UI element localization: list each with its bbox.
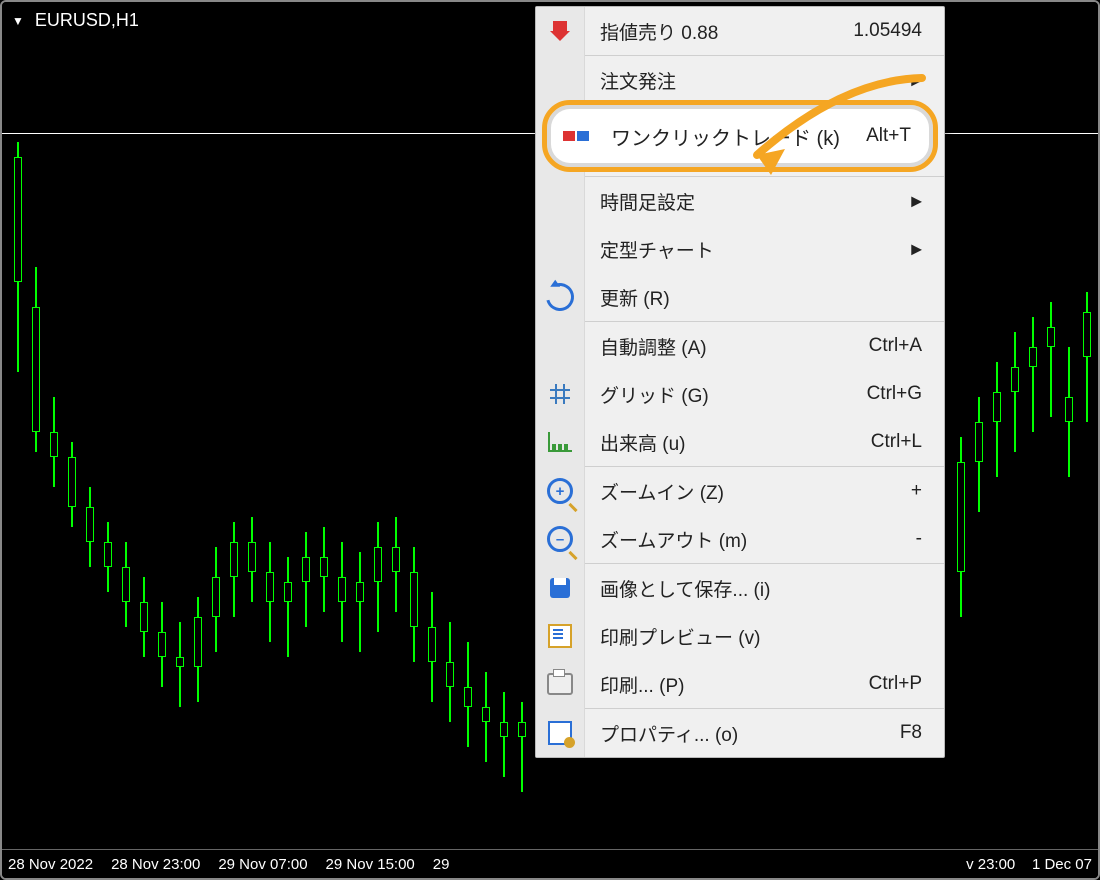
menu-item-grid[interactable]: グリッド (G)Ctrl+G [536, 370, 944, 418]
menu-item-label: 印刷... (P) [584, 671, 869, 698]
xaxis-tick: 29 Nov 15:00 [326, 856, 433, 873]
menu-item-label: 指値売り 0.88 [584, 18, 853, 45]
menu-item-autoscroll[interactable]: 自動調整 (A)Ctrl+A [536, 322, 944, 370]
chart-context-menu: 指値売り 0.881.05494注文発注▶ワンクリックトレード (k)Alt+T… [535, 6, 945, 758]
vol-icon [536, 432, 584, 452]
menu-item-shortcut: Ctrl+L [871, 431, 944, 453]
submenu-arrow-icon: ▶ [911, 241, 922, 258]
zin-icon [536, 478, 584, 504]
menu-item-shortcut: Ctrl+A [869, 335, 944, 357]
submenu-arrow-icon: ▶ [911, 193, 922, 210]
menu-item-timeframe[interactable]: 時間足設定▶ [536, 177, 944, 225]
menu-item-shortcut: - [916, 528, 944, 550]
menu-item-zoomin[interactable]: ズームイン (Z)+ [536, 467, 944, 515]
menu-item-label: 更新 (R) [584, 284, 944, 311]
menu-item-label: 画像として保存... (i) [584, 575, 944, 602]
menu-item-sell-limit[interactable]: 指値売り 0.881.05494 [536, 7, 944, 55]
menu-item-label: ワンクリックトレード (k) [605, 122, 866, 151]
bb-icon [547, 128, 605, 144]
menu-item-label: 自動調整 (A) [584, 333, 869, 360]
xaxis-tick: 28 Nov 2022 [8, 856, 111, 873]
xaxis-tick: 28 Nov 23:00 [111, 856, 218, 873]
menu-item-shortcut: F8 [900, 722, 944, 744]
prev-icon [536, 624, 584, 648]
menu-item-refresh[interactable]: 更新 (R) [536, 273, 944, 321]
menu-item-template[interactable]: 定型チャート▶ [536, 225, 944, 273]
submenu-arrow-icon: ▶ [911, 72, 922, 89]
menu-item-label: 時間足設定 [584, 188, 944, 215]
menu-item-label: 出来高 (u) [584, 429, 871, 456]
menu-item-label: ズームアウト (m) [584, 526, 916, 553]
print-icon [536, 673, 584, 695]
xaxis-tick: 1 Dec 07 [1032, 856, 1092, 873]
menu-item-shortcut: Ctrl+G [867, 383, 944, 405]
xaxis-tick: 29 Nov 07:00 [218, 856, 325, 873]
menu-item-label: 注文発注 [584, 67, 944, 94]
menu-item-saveimg[interactable]: 画像として保存... (i) [536, 564, 944, 612]
menu-item-shortcut: Ctrl+P [869, 673, 944, 695]
menu-item-shortcut: Alt+T [866, 125, 933, 147]
menu-item-label: プロパティ... (o) [584, 720, 900, 747]
grid-icon [536, 384, 584, 404]
menu-item-label: グリッド (G) [584, 381, 867, 408]
menu-item-preview[interactable]: 印刷プレビュー (v) [536, 612, 944, 660]
zout-icon [536, 526, 584, 552]
xaxis-tick: 29 [433, 856, 468, 873]
menu-item-label: ズームイン (Z) [584, 478, 911, 505]
menu-item-props[interactable]: プロパティ... (o)F8 [536, 709, 944, 757]
refresh-icon [536, 283, 584, 311]
menu-item-oneclick[interactable]: ワンクリックトレード (k)Alt+T [547, 105, 933, 167]
highlighted-menu-item: ワンクリックトレード (k)Alt+T [542, 100, 938, 172]
save-icon [536, 578, 584, 598]
menu-item-zoomout[interactable]: ズームアウト (m)- [536, 515, 944, 563]
menu-item-shortcut: 1.05494 [853, 20, 944, 42]
prop-icon [536, 721, 584, 745]
menu-item-shortcut: + [911, 480, 944, 502]
menu-item-volumes[interactable]: 出来高 (u)Ctrl+L [536, 418, 944, 466]
sell-icon [536, 21, 584, 41]
menu-item-new-order[interactable]: 注文発注▶ [536, 56, 944, 104]
xaxis-tick: v 23:00 [966, 856, 1015, 873]
menu-item-label: 定型チャート [584, 236, 944, 263]
menu-item-print[interactable]: 印刷... (P)Ctrl+P [536, 660, 944, 708]
menu-item-label: 印刷プレビュー (v) [584, 623, 944, 650]
chart-window: ▼ EURUSD,H1 28 Nov 2022 28 Nov 23:00 29 … [0, 0, 1100, 880]
time-axis: 28 Nov 2022 28 Nov 23:00 29 Nov 07:00 29… [2, 849, 1098, 878]
